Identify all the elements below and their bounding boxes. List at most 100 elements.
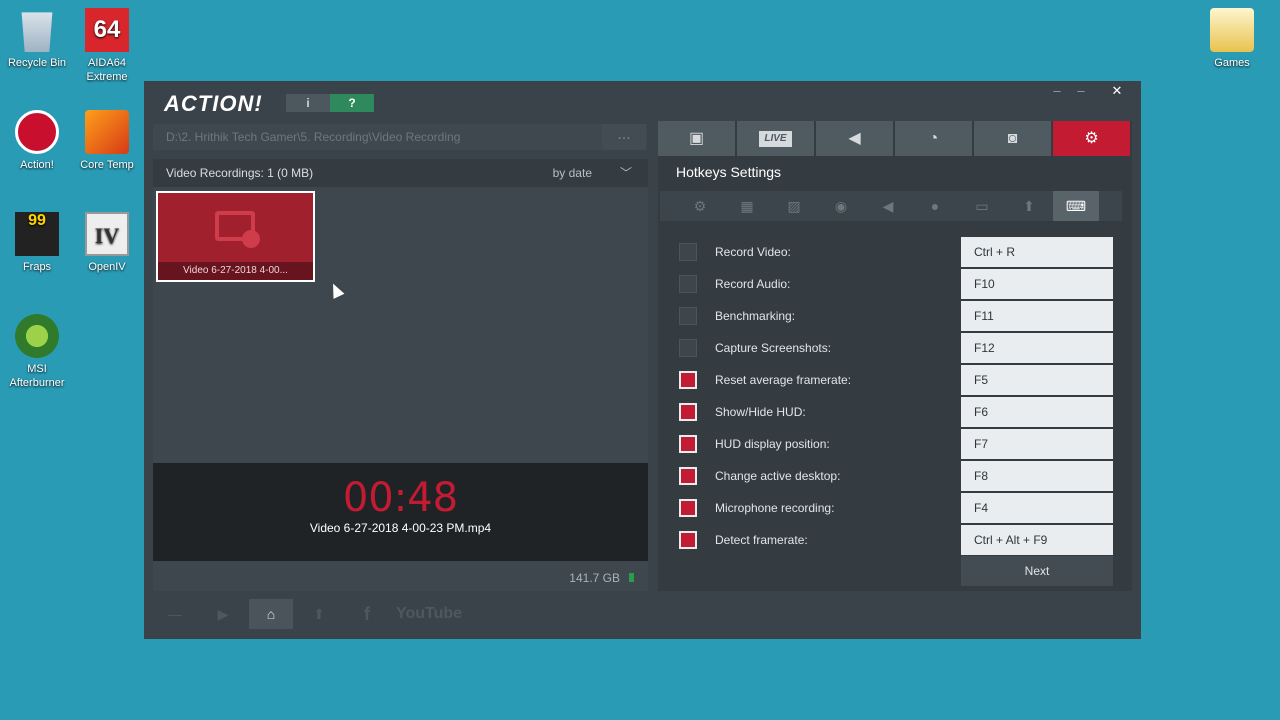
- help-icon: ?: [348, 96, 356, 110]
- youtube-button[interactable]: YouTube: [393, 599, 465, 629]
- hotkey-field[interactable]: F10: [961, 269, 1113, 299]
- action-icon: [15, 110, 59, 154]
- hotkey-field[interactable]: F7: [961, 429, 1113, 459]
- tab-benchmark[interactable]: ◔: [895, 121, 972, 156]
- hotkey-row: Record Audio: F10: [658, 269, 1132, 301]
- hotkey-field[interactable]: Ctrl + Alt + F9: [961, 525, 1113, 555]
- tab-settings[interactable]: ⚙: [1053, 121, 1130, 156]
- subtab-screen[interactable]: ▭: [959, 191, 1005, 221]
- desktop-icon-label: MSI Afterburner: [9, 363, 65, 389]
- page-title: Hotkeys Settings: [676, 164, 782, 180]
- hotkey-checkbox[interactable]: [679, 403, 697, 421]
- help-button[interactable]: ?: [330, 94, 374, 112]
- app-logo: ACTION!: [164, 91, 263, 116]
- gear-icon: ⚙: [693, 198, 707, 214]
- hotkey-checkbox[interactable]: [679, 371, 697, 389]
- storage-icon: [629, 573, 634, 582]
- hotkey-field[interactable]: F12: [961, 333, 1113, 363]
- subtab-microphone[interactable]: ●: [912, 191, 958, 221]
- subtab-audio[interactable]: ◀: [865, 191, 911, 221]
- desktop-icon-label: Recycle Bin: [7, 57, 67, 69]
- desktop-icon-aida64[interactable]: 64 AIDA64 Extreme: [71, 8, 143, 84]
- hotkey-label: Change active desktop:: [715, 469, 841, 483]
- action-window: ACTION! i ? – – ✕ D:\2. Hrithik Tech Gam…: [144, 81, 1141, 639]
- recording-path-field[interactable]: D:\2. Hrithik Tech Gamer\5. Recording\Vi…: [153, 124, 647, 150]
- desktop-icon-label: OpenIV: [88, 261, 126, 273]
- tab-video[interactable]: ▣: [658, 121, 735, 156]
- tab-live[interactable]: LIVE: [737, 121, 814, 156]
- hotkey-checkbox[interactable]: [679, 275, 697, 293]
- upload-button[interactable]: ⬆: [297, 599, 341, 629]
- close-button[interactable]: ✕: [1106, 83, 1128, 99]
- subtab-webcam[interactable]: ◉: [818, 191, 864, 221]
- hotkey-label: Record Video:: [715, 245, 791, 259]
- microphone-icon: ●: [930, 198, 940, 214]
- duration-timer: 00:48: [342, 475, 459, 521]
- info-button[interactable]: i: [286, 94, 330, 112]
- hotkey-checkbox[interactable]: [679, 339, 697, 357]
- hotkey-checkbox[interactable]: [679, 307, 697, 325]
- recordings-header: Video Recordings: 1 (0 MB) by date ﹀: [153, 159, 648, 187]
- camera-icon: ◙: [1007, 130, 1018, 147]
- chevron-down-icon[interactable]: ﹀: [620, 159, 632, 187]
- subtab-video[interactable]: ▦: [724, 191, 770, 221]
- settings-subtabs: ⚙ ▦ ▨ ◉ ◀ ● ▭ ⬆ ⌨: [660, 191, 1122, 221]
- desktop-icon-openiv[interactable]: IV OpenIV: [71, 212, 143, 274]
- keyboard-icon: ⌨: [1065, 198, 1087, 214]
- youtube-label: YouTube: [395, 605, 463, 622]
- subtab-screenshot[interactable]: ▨: [771, 191, 817, 221]
- next-button[interactable]: Next: [961, 556, 1113, 586]
- hotkey-checkbox[interactable]: [679, 531, 697, 549]
- hotkey-field[interactable]: F5: [961, 365, 1113, 395]
- open-folder-button[interactable]: ⌂: [249, 599, 293, 629]
- webcam-icon: ◉: [834, 198, 848, 214]
- subtab-general[interactable]: ⚙: [677, 191, 723, 221]
- hotkey-checkbox[interactable]: [679, 435, 697, 453]
- facebook-icon: f: [364, 604, 370, 624]
- desktop-icon-action[interactable]: Action!: [1, 110, 73, 172]
- minus-icon: —: [168, 606, 182, 622]
- games-icon: [1210, 8, 1254, 52]
- hotkey-field[interactable]: Ctrl + R: [961, 237, 1113, 267]
- desktop-icon-msi-afterburner[interactable]: MSI Afterburner: [1, 314, 73, 390]
- hotkey-checkbox[interactable]: [679, 243, 697, 261]
- browse-path-button[interactable]: ...: [602, 124, 646, 150]
- desktop-icon-core-temp[interactable]: Core Temp: [71, 110, 143, 172]
- hotkey-field[interactable]: F11: [961, 301, 1113, 331]
- subtab-upload[interactable]: ⬆: [1006, 191, 1052, 221]
- close-icon: ✕: [1111, 83, 1123, 98]
- tab-audio[interactable]: ◀: [816, 121, 893, 156]
- film-icon: ▦: [740, 198, 754, 214]
- live-label: LIVE: [759, 130, 792, 147]
- hotkey-checkbox[interactable]: [679, 467, 697, 485]
- hotkey-row: HUD display position: F7: [658, 429, 1132, 461]
- maximize-button[interactable]: –: [1070, 83, 1092, 98]
- minimize-button[interactable]: –: [1046, 83, 1068, 98]
- tab-screenshot[interactable]: ◙: [974, 121, 1051, 156]
- desktop-icon-fraps[interactable]: 99 Fraps: [1, 212, 73, 274]
- hotkey-field[interactable]: F6: [961, 397, 1113, 427]
- hotkey-label: Record Audio:: [715, 277, 791, 291]
- hotkey-label: Benchmarking:: [715, 309, 796, 323]
- hotkey-label: Microphone recording:: [715, 501, 835, 515]
- stopwatch-icon: ◔: [928, 130, 939, 147]
- recording-filename: Video 6-27-2018 4-00-23 PM.mp4: [309, 521, 492, 535]
- folder-icon: ⌂: [266, 606, 276, 622]
- desktop-icon-recycle-bin[interactable]: Recycle Bin: [1, 8, 73, 70]
- hotkey-row: Record Video: Ctrl + R: [658, 237, 1132, 269]
- desktop-icon-label: Core Temp: [80, 159, 134, 171]
- hotkey-field[interactable]: F4: [961, 493, 1113, 523]
- subtab-hotkeys[interactable]: ⌨: [1053, 191, 1099, 221]
- recording-thumbnail[interactable]: Video 6-27-2018 4-00...: [156, 191, 315, 282]
- desktop-icon-label: AIDA64 Extreme: [86, 57, 128, 83]
- remove-button[interactable]: —: [153, 599, 197, 629]
- play-button[interactable]: ▶: [201, 599, 245, 629]
- facebook-button[interactable]: f: [345, 599, 389, 629]
- sort-dropdown[interactable]: by date: [553, 159, 592, 187]
- hotkey-field[interactable]: F8: [961, 461, 1113, 491]
- hotkey-label: Show/Hide HUD:: [715, 405, 806, 419]
- hotkey-label: Detect framerate:: [715, 533, 808, 547]
- gear-icon: ⚙: [1084, 130, 1099, 147]
- hotkey-checkbox[interactable]: [679, 499, 697, 517]
- desktop-icon-games[interactable]: Games: [1196, 8, 1268, 70]
